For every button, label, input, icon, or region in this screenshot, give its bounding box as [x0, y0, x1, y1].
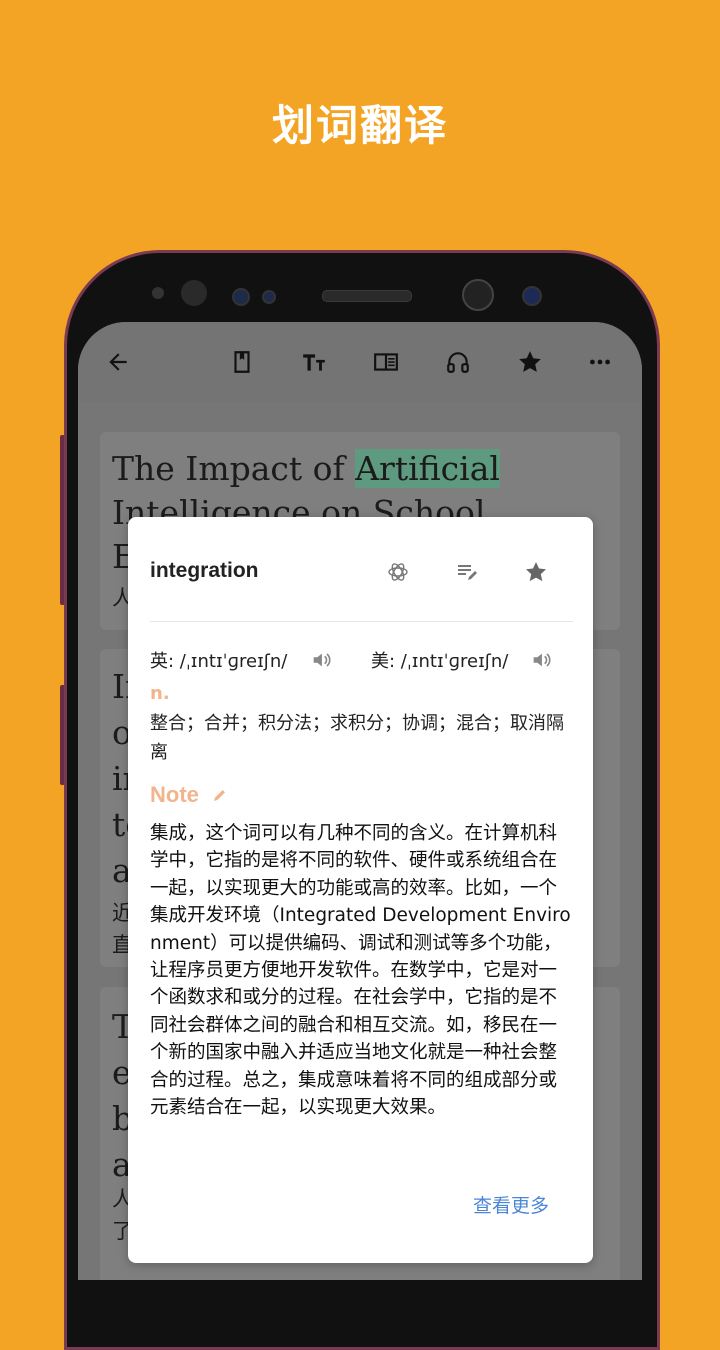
sensor-dot: [232, 288, 250, 306]
popup-word: integration: [150, 559, 259, 582]
sensor-dot: [152, 287, 164, 299]
note-label: Note: [150, 782, 199, 807]
sensor-dot: [181, 280, 207, 306]
phone-sensors: [67, 253, 657, 333]
title-text: The Impact of: [112, 449, 356, 488]
see-more-link[interactable]: 查看更多: [473, 1191, 549, 1218]
reader-layout-icon[interactable]: [370, 346, 402, 378]
us-audio-icon[interactable]: [530, 649, 552, 671]
headphones-icon[interactable]: [442, 346, 474, 378]
front-camera: [462, 279, 494, 311]
back-arrow-icon[interactable]: [102, 346, 134, 378]
article-title-line: The Impact of Artificial: [112, 447, 500, 491]
star-icon[interactable]: [514, 346, 546, 378]
favorite-star-icon[interactable]: [521, 557, 551, 587]
uk-audio-icon[interactable]: [310, 649, 332, 671]
us-phonetic: 美: /ˌɪntɪˈɡreɪʃn/: [371, 651, 509, 672]
pencil-icon[interactable]: [212, 787, 228, 803]
definition-text: 整合；合并；积分法；求积分；协调；混合；取消隔离: [150, 713, 564, 763]
reader-toolbar: [78, 322, 642, 402]
bookmark-icon[interactable]: [226, 346, 258, 378]
note-text: 集成，这个词可以有几种不同的含义。在计算机科学中，它指的是将不同的软件、硬件或系…: [150, 823, 571, 1119]
phone-speaker: [322, 290, 412, 302]
edit-list-icon[interactable]: [452, 557, 482, 587]
ai-chat-icon[interactable]: [383, 557, 413, 587]
sensor-dot: [522, 286, 542, 306]
selected-word[interactable]: Artificial: [355, 449, 500, 488]
part-of-speech: n.: [150, 683, 170, 704]
page-title: 划词翻译: [271, 101, 448, 150]
translation-popup: integration 英: /ˌɪntɪˈɡreɪʃn/ 美: /ˌɪntɪˈ…: [128, 517, 593, 1263]
uk-phonetic: 英: /ˌɪntɪˈɡreɪʃn/: [150, 651, 288, 672]
more-icon[interactable]: [584, 346, 616, 378]
sensor-dot: [262, 290, 276, 304]
text-size-icon[interactable]: [298, 346, 330, 378]
popup-divider: [150, 621, 573, 622]
